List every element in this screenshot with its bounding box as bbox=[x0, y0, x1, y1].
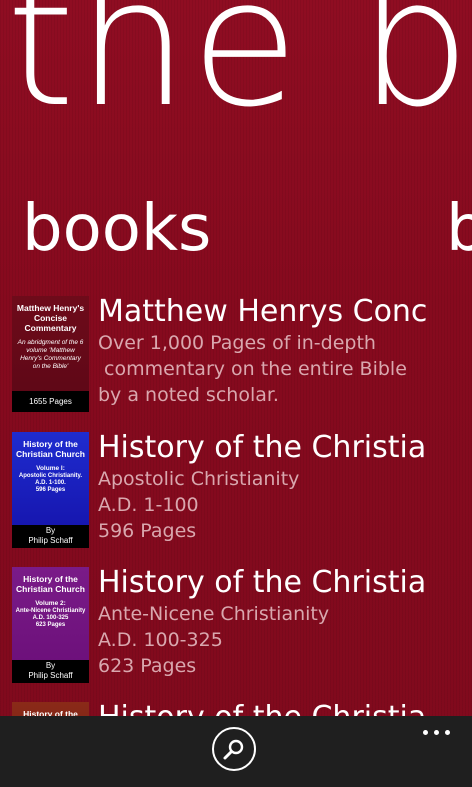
book-text: History of the Christian Church Apostoli… bbox=[98, 430, 426, 544]
book-description-line: Over 1,000 Pages of in-depth bbox=[98, 332, 376, 354]
book-text: History of the Christian Church Ante-Nic… bbox=[98, 565, 426, 679]
cover-title: Matthew Henry's Concise Commentary bbox=[16, 303, 85, 333]
cover-title: History of the bbox=[23, 709, 78, 716]
cover-page-count: 1655 Pages bbox=[12, 391, 89, 412]
search-icon bbox=[223, 739, 244, 760]
book-cover: History of the Christian Church Volume I… bbox=[12, 432, 89, 548]
book-description-line: A.D. 1-100 bbox=[98, 494, 199, 516]
cover-pages: 623 Pages bbox=[35, 622, 66, 628]
cover-by: By bbox=[45, 526, 56, 535]
book-description-line: A.D. 100-325 bbox=[98, 629, 223, 651]
book-description-line: 596 Pages bbox=[98, 520, 197, 542]
cover-volume: Volume I: bbox=[36, 465, 65, 472]
ellipsis-icon bbox=[445, 730, 450, 735]
app-title: the bible bbox=[6, 0, 472, 146]
app-screen: the bible books b Matthew Henry's Concis… bbox=[0, 0, 472, 787]
book-description-line: by a noted scholar. bbox=[98, 384, 279, 406]
cover-pages: 596 Pages bbox=[35, 487, 66, 493]
book-cover: History of the Christian Church Volume 2… bbox=[12, 567, 89, 683]
cover-author: Philip Schaff bbox=[28, 536, 73, 545]
cover-era: Ante-Nicene Christianity bbox=[15, 608, 86, 614]
more-options-button[interactable] bbox=[420, 722, 454, 744]
cover-author: Philip Schaff bbox=[28, 671, 73, 680]
pivot-header-books[interactable]: books bbox=[22, 194, 211, 264]
book-cover: Matthew Henry's Concise Commentary An ab… bbox=[12, 296, 89, 412]
book-item-history-vol3[interactable]: History of the History of the Christian … bbox=[12, 700, 426, 716]
cover-era: Apostolic Christianity. bbox=[18, 473, 83, 479]
book-text: Matthew Henrys Concise Commentary Over 1… bbox=[98, 294, 426, 408]
book-cover: History of the bbox=[12, 702, 89, 716]
cover-author-band: By Philip Schaff bbox=[12, 660, 89, 683]
book-description-line: Ante-Nicene Christianity bbox=[98, 603, 330, 625]
cover-dates: A.D. 1-100. bbox=[35, 480, 66, 486]
book-title: Matthew Henrys Concise Commentary bbox=[98, 294, 426, 329]
cover-title: History of the Christian Church bbox=[16, 574, 85, 594]
book-title: History of the Christian Church bbox=[98, 565, 426, 600]
search-button[interactable] bbox=[212, 727, 256, 771]
book-item-history-vol1[interactable]: History of the Christian Church Volume I… bbox=[12, 430, 426, 550]
book-description-line: 623 Pages bbox=[98, 655, 197, 677]
book-title: History of the Christian Church bbox=[98, 700, 426, 716]
pivot-header-next[interactable]: b bbox=[446, 194, 472, 264]
cover-subtitle: An abridgment of the 6 volume 'Matthew H… bbox=[17, 339, 84, 370]
book-title: History of the Christian Church bbox=[98, 430, 426, 465]
cover-dates: A.D. 100-325 bbox=[32, 615, 69, 621]
ellipsis-icon bbox=[434, 730, 439, 735]
book-description-line: commentary on the entire Bible bbox=[98, 358, 407, 380]
book-item-history-vol2[interactable]: History of the Christian Church Volume 2… bbox=[12, 565, 426, 685]
cover-title: History of the Christian Church bbox=[16, 439, 85, 459]
book-item-matthew-henry[interactable]: Matthew Henry's Concise Commentary An ab… bbox=[12, 294, 426, 414]
cover-author-band: By Philip Schaff bbox=[12, 525, 89, 548]
book-description-line: Apostolic Christianity bbox=[98, 468, 300, 490]
book-list: Matthew Henry's Concise Commentary An ab… bbox=[12, 294, 426, 716]
cover-volume: Volume 2: bbox=[35, 600, 66, 607]
book-text: History of the Christian Church bbox=[98, 700, 426, 716]
ellipsis-icon bbox=[423, 730, 428, 735]
cover-by: By bbox=[45, 661, 56, 670]
app-bar bbox=[0, 716, 472, 787]
